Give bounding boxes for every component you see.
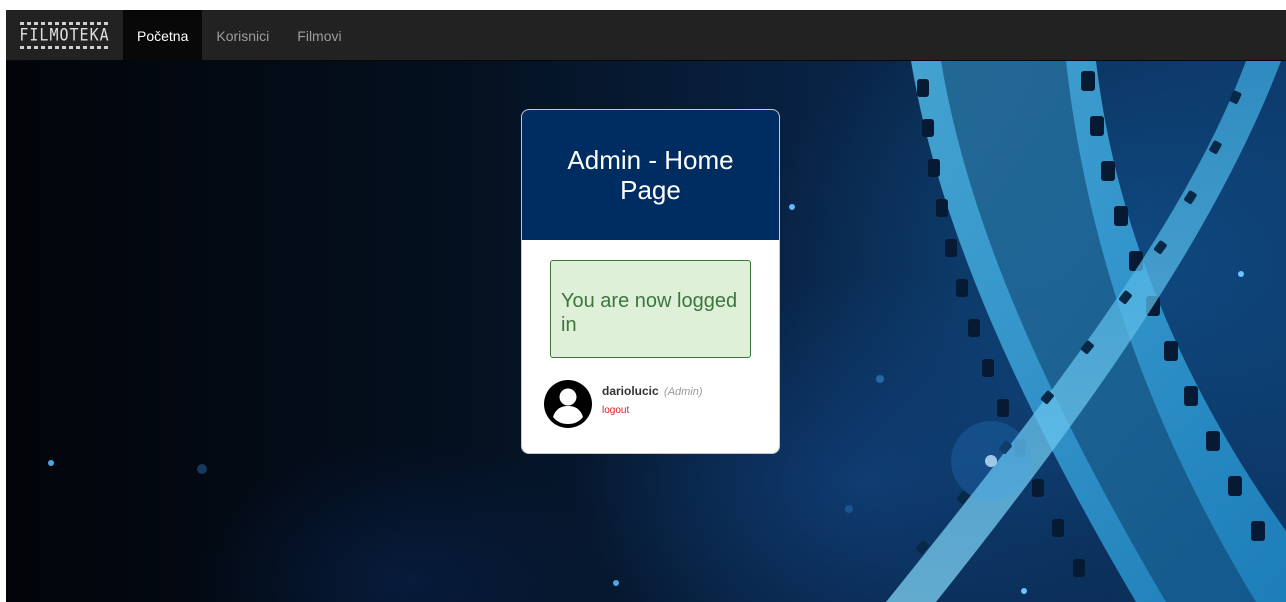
page-title: Admin - Home Page bbox=[567, 145, 734, 205]
home-card: Admin - Home Page You are now logged in … bbox=[521, 109, 780, 454]
app-frame: FILMOTEKA Početna Korisnici Filmovi Admi… bbox=[6, 10, 1286, 602]
card-header: Admin - Home Page bbox=[522, 110, 779, 240]
nav-item-filmovi[interactable]: Filmovi bbox=[283, 10, 355, 61]
nav-item-pocetna[interactable]: Početna bbox=[123, 10, 203, 61]
brand-logo[interactable]: FILMOTEKA bbox=[6, 10, 123, 61]
navbar: FILMOTEKA Početna Korisnici Filmovi bbox=[6, 10, 1286, 61]
user-role: (Admin) bbox=[664, 386, 703, 398]
user-info: dariolucic (Admin) logout bbox=[544, 380, 764, 430]
success-alert: You are now logged in bbox=[550, 260, 751, 358]
username-line: dariolucic (Admin) bbox=[602, 384, 703, 398]
brand-text: FILMOTEKA bbox=[19, 24, 110, 46]
logout-link[interactable]: logout bbox=[602, 405, 629, 416]
username: dariolucic bbox=[602, 384, 659, 398]
user-circle-icon bbox=[544, 380, 592, 428]
film-strip-bottom bbox=[19, 46, 110, 49]
nav-item-korisnici[interactable]: Korisnici bbox=[202, 10, 283, 61]
